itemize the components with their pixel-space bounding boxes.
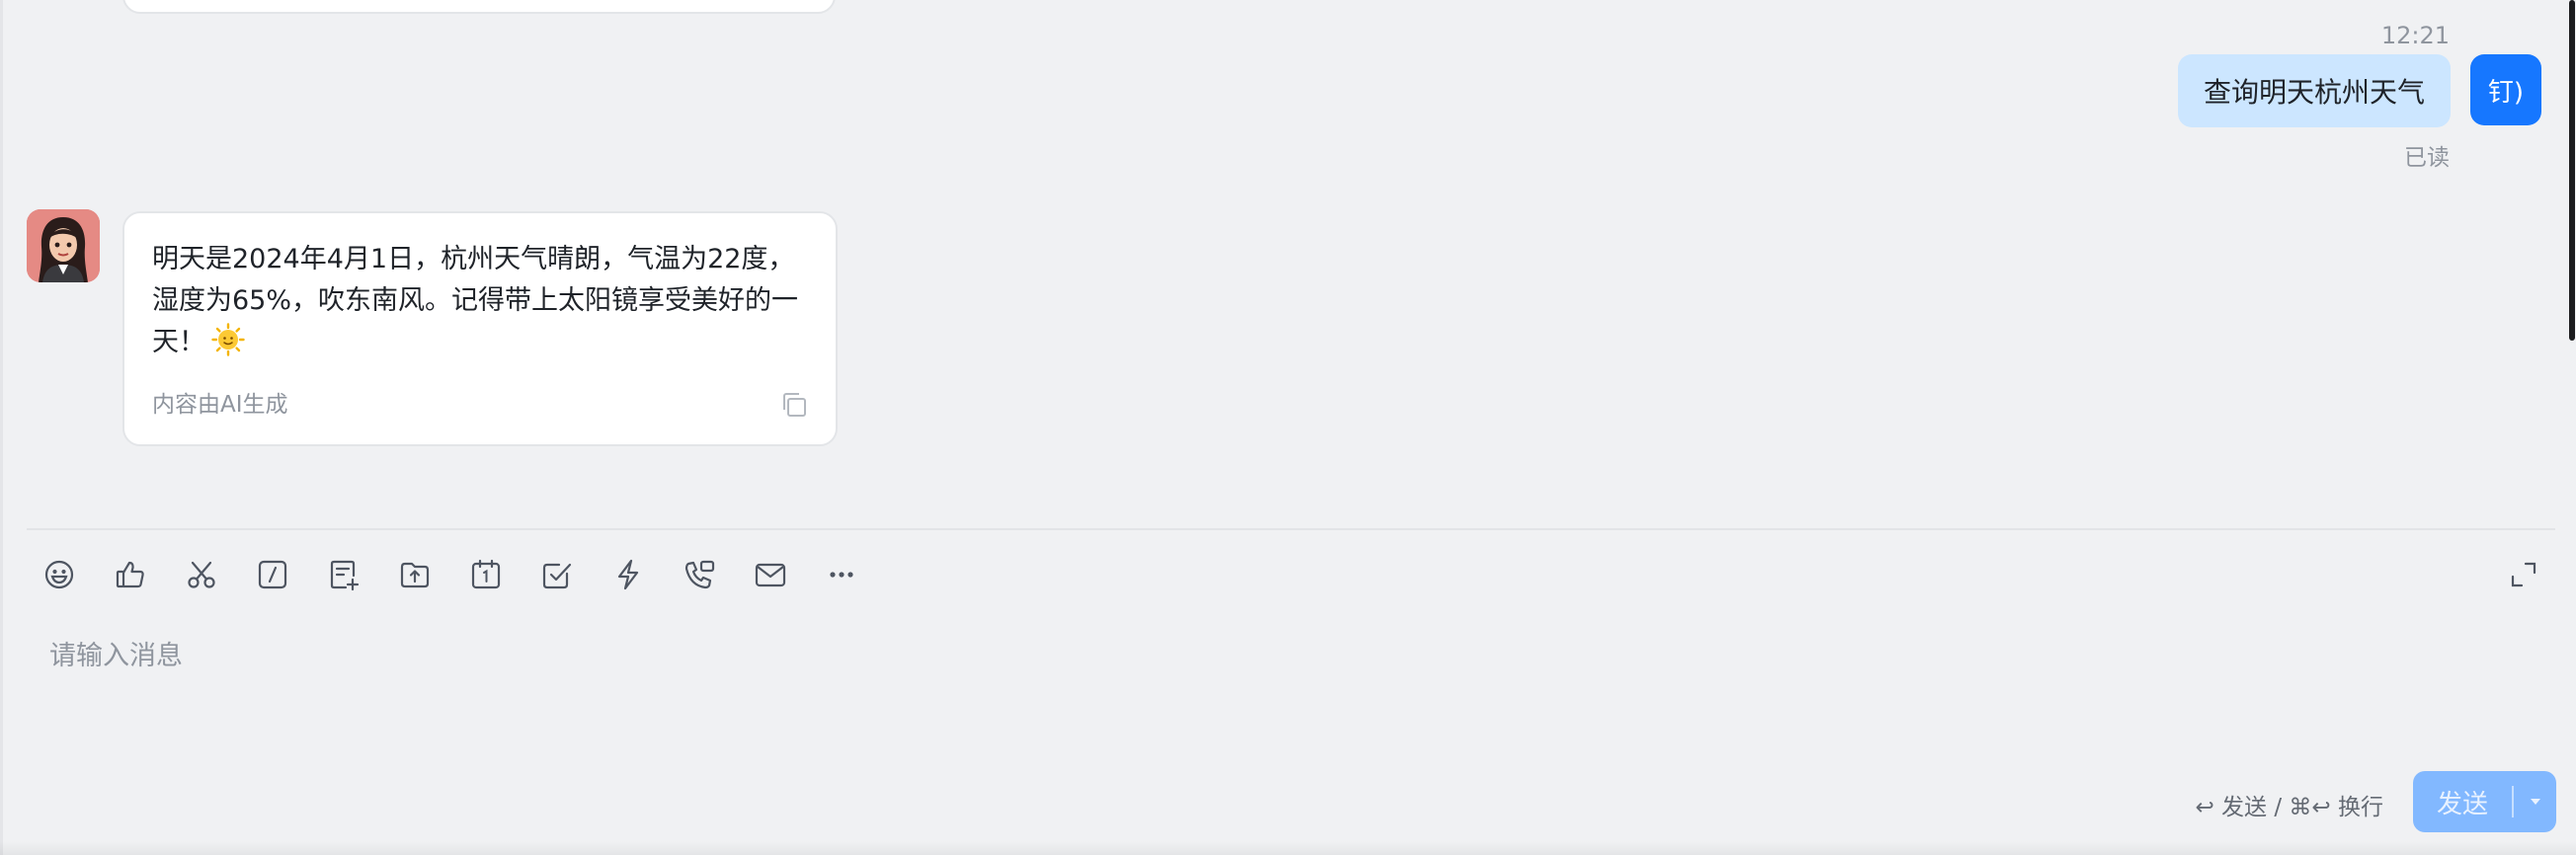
- todo-check-icon[interactable]: [537, 555, 577, 594]
- ai-generated-note: 内容由AI生成: [152, 392, 288, 418]
- outgoing-message-text: 查询明天杭州天气: [2203, 76, 2425, 109]
- bot-avatar-image: [27, 209, 100, 282]
- thumbs-up-icon[interactable]: [111, 555, 150, 594]
- left-border: [0, 0, 3, 855]
- send-button-label: 发送: [2436, 789, 2488, 819]
- expand-icon[interactable]: [2504, 555, 2543, 594]
- bottom-shade: [0, 841, 2576, 855]
- bot-avatar[interactable]: [27, 209, 100, 282]
- scissors-icon[interactable]: [182, 555, 221, 594]
- user-avatar-text: 钉): [2487, 77, 2525, 108]
- scrollbar-thumb[interactable]: [2569, 0, 2575, 341]
- read-status[interactable]: 已读: [2351, 138, 2450, 172]
- message-time: 12:21: [2380, 22, 2450, 49]
- send-shortcut-hint: ↩ 发送 / ⌘↩ 换行: [2195, 795, 2383, 820]
- mail-icon[interactable]: [751, 555, 790, 594]
- slash-command-icon[interactable]: [253, 555, 292, 594]
- send-button[interactable]: 发送: [2413, 771, 2556, 832]
- incoming-message-text: 明天是2024年4月1日，杭州天气晴朗，气温为22度，湿度为65%，吹东南风。记…: [152, 244, 799, 357]
- phone-call-icon[interactable]: [680, 555, 719, 594]
- upload-folder-icon[interactable]: [395, 555, 435, 594]
- incoming-message-bubble[interactable]: 明天是2024年4月1日，杭州天气晴朗，气温为22度，湿度为65%，吹东南风。记…: [122, 211, 838, 446]
- copy-icon[interactable]: [776, 387, 812, 423]
- emoji-icon[interactable]: [40, 555, 79, 594]
- composer-divider: [27, 528, 2555, 530]
- previous-message-bubble: [122, 0, 836, 14]
- more-icon[interactable]: [822, 555, 861, 594]
- chat-window: 12:21 查询明天杭州天气 已读 钉) 明天是2024年4月1日，杭州天气晴朗…: [0, 0, 2576, 855]
- outgoing-message-bubble[interactable]: 查询明天杭州天气: [2178, 54, 2451, 127]
- incoming-message-content: 明天是2024年4月1日，杭州天气晴朗，气温为22度，湿度为65%，吹东南风。记…: [152, 239, 816, 363]
- scrollbar[interactable]: [2568, 0, 2576, 855]
- user-avatar[interactable]: 钉): [2470, 54, 2541, 125]
- message-input[interactable]: [47, 632, 2501, 754]
- calendar-icon[interactable]: [466, 555, 506, 594]
- lightning-icon[interactable]: [608, 555, 648, 594]
- send-options-dropdown[interactable]: [2514, 797, 2556, 807]
- new-doc-icon[interactable]: [324, 555, 363, 594]
- sun-emoji-icon: [211, 323, 245, 356]
- chevron-down-icon: [2530, 799, 2540, 805]
